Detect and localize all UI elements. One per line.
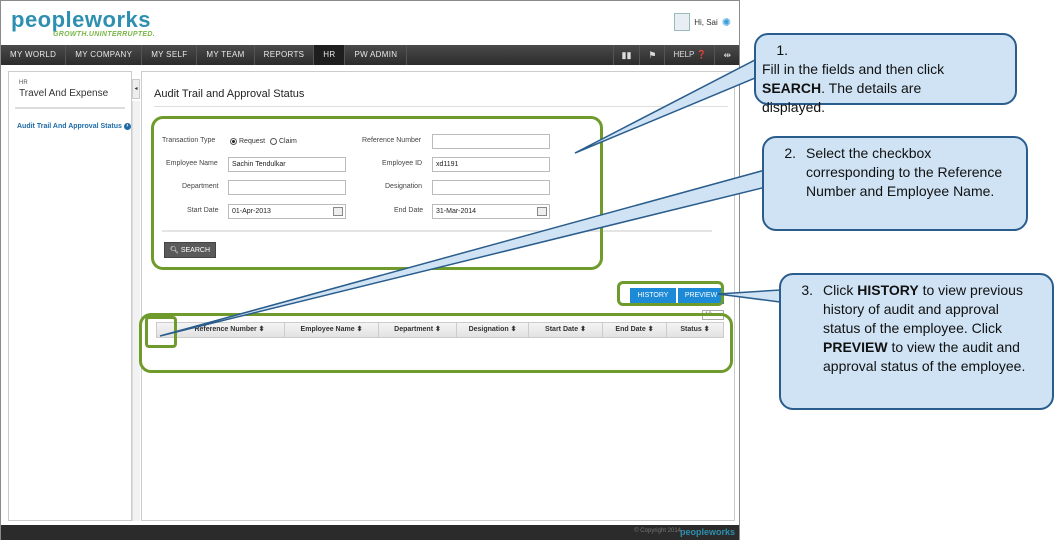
callout-step-3: 3. Click HISTORY to view previous history… xyxy=(779,273,1054,410)
arrow-to-form xyxy=(574,58,761,154)
callout-3-text: Click HISTORY to view previous history o… xyxy=(823,281,1035,376)
callout-3-number: 3. xyxy=(801,282,813,298)
callout-3-bold-history: HISTORY xyxy=(857,282,919,298)
callout-step-2: 2. Select the checkbox corresponding to t… xyxy=(762,136,1028,231)
callout-1-part-a: Fill in the fields and then click xyxy=(762,61,945,77)
callout-2-number: 2. xyxy=(784,145,796,161)
arrow-to-buttons xyxy=(717,289,781,303)
callout-step-1: 1. Fill in the fields and then click SEAR… xyxy=(754,33,1017,115)
callout-2-text: Select the checkbox corresponding to the… xyxy=(806,145,1003,199)
arrow-to-checkbox xyxy=(159,169,771,337)
callout-1-bold: SEARCH xyxy=(762,80,822,96)
callout-1-text: Fill in the fields and then click SEARCH… xyxy=(762,60,972,117)
callout-3-bold-preview: PREVIEW xyxy=(823,339,888,355)
callout-3-part-a: Click xyxy=(823,282,858,298)
callout-1-number: 1. xyxy=(776,42,788,58)
